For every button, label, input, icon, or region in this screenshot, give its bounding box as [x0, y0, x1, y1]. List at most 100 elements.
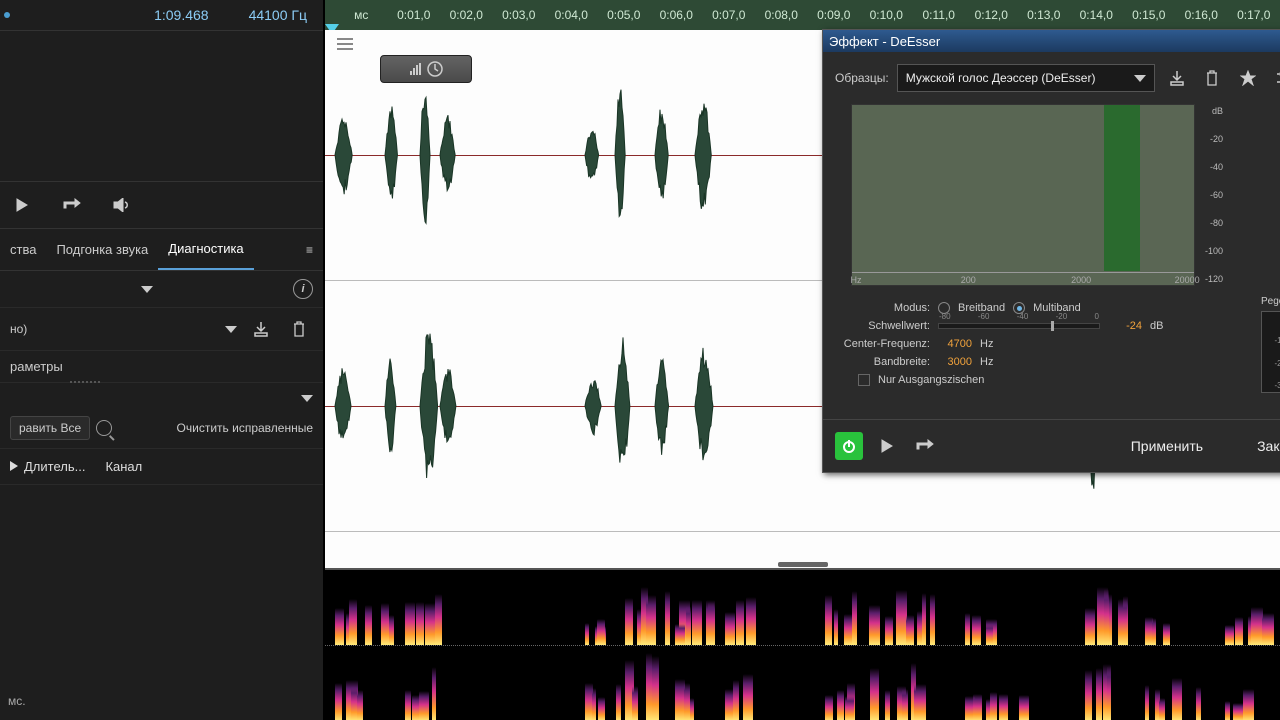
- preset-dropdown[interactable]: [225, 326, 237, 333]
- dialog-titlebar[interactable]: Эффект - DeEsser ×: [823, 30, 1280, 52]
- editor-area: мс 0:01,0 0:02,0 0:03,0 0:04,0 0:05,0 0:…: [325, 0, 1280, 720]
- spectrum-graph-wrap: Hz 200 2000 20000 dB -20 -40 -60 -80 -10…: [835, 104, 1280, 286]
- zoom-icon[interactable]: [96, 420, 112, 436]
- x-tick: 200: [961, 275, 976, 285]
- threshold-row: Schwellwert: -80 -60 -40 -20 0: [835, 320, 1241, 332]
- parameter-controls: Modus: Breitband Multiband Schwellwert: …: [835, 296, 1241, 407]
- y-tick: -120: [1199, 274, 1223, 284]
- threshold-value[interactable]: -24: [1108, 320, 1142, 332]
- y-tick: -100: [1199, 246, 1223, 256]
- tl-tick: 0:08,0: [755, 8, 808, 22]
- threshold-slider[interactable]: [10, 389, 313, 395]
- bandwidth-row: Bandbreite: 3000 Hz: [835, 356, 1241, 368]
- param-dropdown[interactable]: [301, 395, 313, 402]
- tl-tick: мс: [335, 8, 388, 22]
- spectrogram-panel[interactable]: [325, 568, 1280, 720]
- spectrogram-left: [325, 570, 1280, 646]
- dialog-title-text: Эффект - DeEsser: [829, 34, 940, 49]
- tl-tick: 0:07,0: [703, 8, 756, 22]
- meter-tick: -10: [1264, 336, 1280, 345]
- tl-tick: 0:14,0: [1070, 8, 1123, 22]
- delete-preset-icon[interactable]: [285, 316, 313, 342]
- hz-label: Hz: [851, 275, 862, 285]
- mute-button[interactable]: [108, 192, 136, 218]
- tl-tick: 0:01,0: [388, 8, 441, 22]
- tl-tick: 0:02,0: [440, 8, 493, 22]
- tl-tick: 0:15,0: [1123, 8, 1176, 22]
- effect-dropdown[interactable]: [141, 286, 153, 293]
- transport-row: [0, 181, 323, 229]
- chevron-down-icon: [1134, 75, 1146, 82]
- tl-tick: 0:05,0: [598, 8, 651, 22]
- slider-tick: -40: [1017, 312, 1029, 321]
- tl-tick: 0:06,0: [650, 8, 703, 22]
- parameters-section[interactable]: раметры: [0, 351, 323, 383]
- meter-tick: -30: [1264, 381, 1280, 390]
- tl-tick: 0:03,0: [493, 8, 546, 22]
- preview-loop-button[interactable]: [911, 433, 939, 459]
- panel-menu-icon[interactable]: ≡: [296, 231, 323, 269]
- effect-tabs: ства Подгонка звука Диагностика ≡: [0, 229, 323, 271]
- status-text: мс.: [8, 694, 26, 708]
- power-toggle[interactable]: [835, 432, 863, 460]
- reduction-meter: Pegelabsenkung 0 -10 -20 -30 0,0 dB: [1261, 296, 1280, 407]
- preset-select-row: но): [0, 308, 323, 351]
- timeline-ruler[interactable]: мс 0:01,0 0:02,0 0:03,0 0:04,0 0:05,0 0:…: [325, 0, 1280, 30]
- ab-compare-icon[interactable]: [1270, 65, 1280, 91]
- panel-resize-handle[interactable]: [778, 562, 828, 567]
- spectrogram-right: [325, 646, 1280, 720]
- frequency-graph[interactable]: Hz 200 2000 20000: [851, 104, 1195, 286]
- threshold-slider[interactable]: -80 -60 -40 -20 0: [938, 323, 1100, 329]
- slider-tick: -80: [939, 312, 951, 321]
- tab-audio-fit[interactable]: Подгонка звука: [46, 230, 158, 269]
- tl-tick: 0:17,0: [1228, 8, 1280, 22]
- x-tick: 2000: [1071, 275, 1091, 285]
- status-dot: [4, 12, 10, 18]
- play-button[interactable]: [8, 192, 36, 218]
- band-value[interactable]: 3000: [938, 356, 972, 368]
- center-label: Center-Frequenz:: [835, 338, 930, 350]
- preset-label: Образцы:: [835, 71, 889, 85]
- col-channel[interactable]: Канал: [105, 459, 142, 474]
- samplerate-readout: 44100 Гц: [249, 7, 307, 23]
- clear-fixed-button[interactable]: Очистить исправленные: [177, 421, 313, 435]
- tab-properties[interactable]: ства: [0, 230, 46, 269]
- preview-play-button[interactable]: [873, 433, 901, 459]
- deesser-dialog: Эффект - DeEsser × Образцы: Мужской голо…: [822, 29, 1280, 473]
- meter-tick: 0: [1264, 314, 1280, 323]
- mode-label: Modus:: [835, 302, 930, 314]
- save-preset-icon[interactable]: [1163, 65, 1191, 91]
- delete-preset-icon[interactable]: [1198, 65, 1226, 91]
- output-sibilance-row: Nur Ausgangszischen: [835, 374, 1241, 386]
- slider-tick: -20: [1056, 312, 1068, 321]
- download-preset-icon[interactable]: [247, 316, 275, 342]
- col-duration[interactable]: Длитель...: [24, 459, 85, 474]
- preset-select[interactable]: Мужской голос Деэссер (DeEsser): [897, 64, 1155, 92]
- effect-select-row: i: [0, 271, 323, 308]
- only-sibilance-checkbox[interactable]: [858, 374, 870, 386]
- dialog-footer: Применить Закрыть: [823, 419, 1280, 472]
- preset-value: но): [10, 322, 27, 336]
- center-value[interactable]: 4700: [938, 338, 972, 350]
- favorite-icon[interactable]: [1234, 65, 1262, 91]
- results-header: Длитель... Канал: [0, 449, 323, 485]
- tab-diagnostics[interactable]: Диагностика: [158, 229, 253, 270]
- preset-selected: Мужской голос Деэссер (DeEsser): [906, 71, 1096, 85]
- center-unit: Hz: [980, 338, 996, 350]
- preset-row: Образцы: Мужской голос Деэссер (DeEsser): [835, 64, 1280, 92]
- slider-tick: -60: [978, 312, 990, 321]
- duration-readout: 1:09.468: [154, 7, 209, 23]
- fix-all-button[interactable]: равить Все: [10, 416, 90, 440]
- tl-tick: 0:13,0: [1018, 8, 1071, 22]
- side-panel: 1:09.468 44100 Гц ства Подгонка звука Ди…: [0, 0, 325, 720]
- y-tick: -40: [1199, 162, 1223, 172]
- cancel-button[interactable]: Закрыть: [1235, 430, 1280, 462]
- band-label: Bandbreite:: [835, 356, 930, 368]
- y-tick: -80: [1199, 218, 1223, 228]
- info-icon[interactable]: i: [293, 279, 313, 299]
- file-info-bar: 1:09.468 44100 Гц: [0, 0, 323, 31]
- threshold-label: Schwellwert:: [835, 320, 930, 332]
- threshold-unit: dB: [1150, 320, 1166, 332]
- apply-button[interactable]: Применить: [1109, 430, 1225, 462]
- loop-button[interactable]: [58, 192, 86, 218]
